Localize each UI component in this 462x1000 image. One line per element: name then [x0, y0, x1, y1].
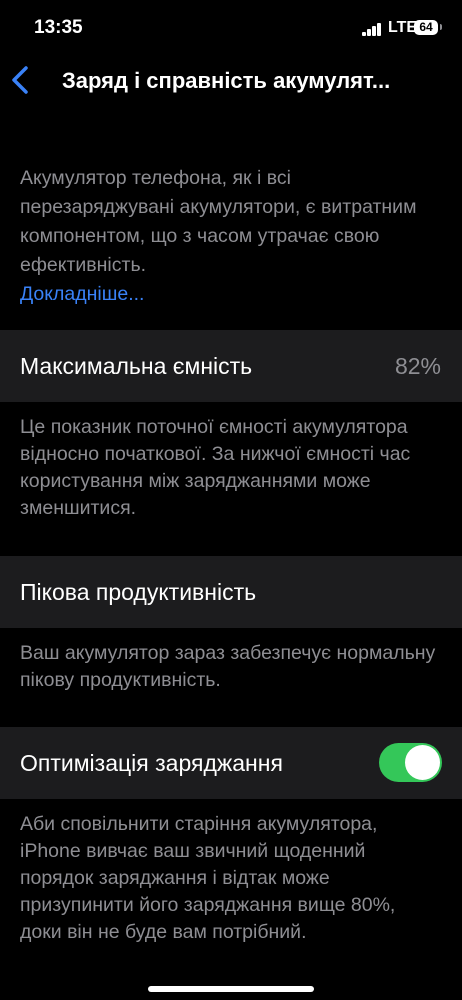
optimized-charging-footer: Аби сповільнити старіння акумулятора, iP… — [20, 813, 396, 943]
optimized-charging-label: Оптимізація заряджання — [20, 750, 283, 776]
peak-performance-row: Пікова продуктивність — [0, 556, 462, 628]
intro-section: Акумулятор телефона, як і всі перезарядж… — [20, 164, 440, 309]
cellular-signal-icon — [362, 23, 384, 36]
learn-more-link[interactable]: Докладніше... — [20, 280, 440, 309]
optimized-charging-toggle[interactable] — [379, 743, 442, 782]
page-title: Заряд і справність акумулят... — [62, 68, 391, 93]
battery-tip — [440, 24, 442, 30]
max-capacity-footer: Це показник поточної ємності акумулятора… — [20, 416, 411, 519]
max-capacity-label: Максимальна ємність — [20, 353, 253, 379]
home-indicator[interactable] — [148, 986, 314, 992]
navigation-bar: Заряд і справність акумулят... — [0, 56, 462, 106]
back-chevron-icon[interactable] — [8, 62, 38, 98]
status-time: 13:35 — [34, 17, 83, 38]
intro-text: Акумулятор телефона, як і всі перезарядж… — [20, 167, 417, 276]
battery-icon: 64 — [414, 20, 438, 35]
toggle-knob — [405, 745, 440, 780]
peak-performance-label: Пікова продуктивність — [20, 579, 257, 605]
status-bar: 13:35 LTE 64 — [0, 0, 462, 56]
max-capacity-value: 82% — [394, 353, 441, 379]
max-capacity-row: Максимальна ємність 82% — [0, 330, 462, 402]
network-type: LTE — [388, 19, 418, 36]
optimized-charging-row: Оптимізація заряджання — [0, 727, 462, 799]
peak-performance-footer: Ваш акумулятор зараз забезпечує нормальн… — [20, 642, 436, 691]
